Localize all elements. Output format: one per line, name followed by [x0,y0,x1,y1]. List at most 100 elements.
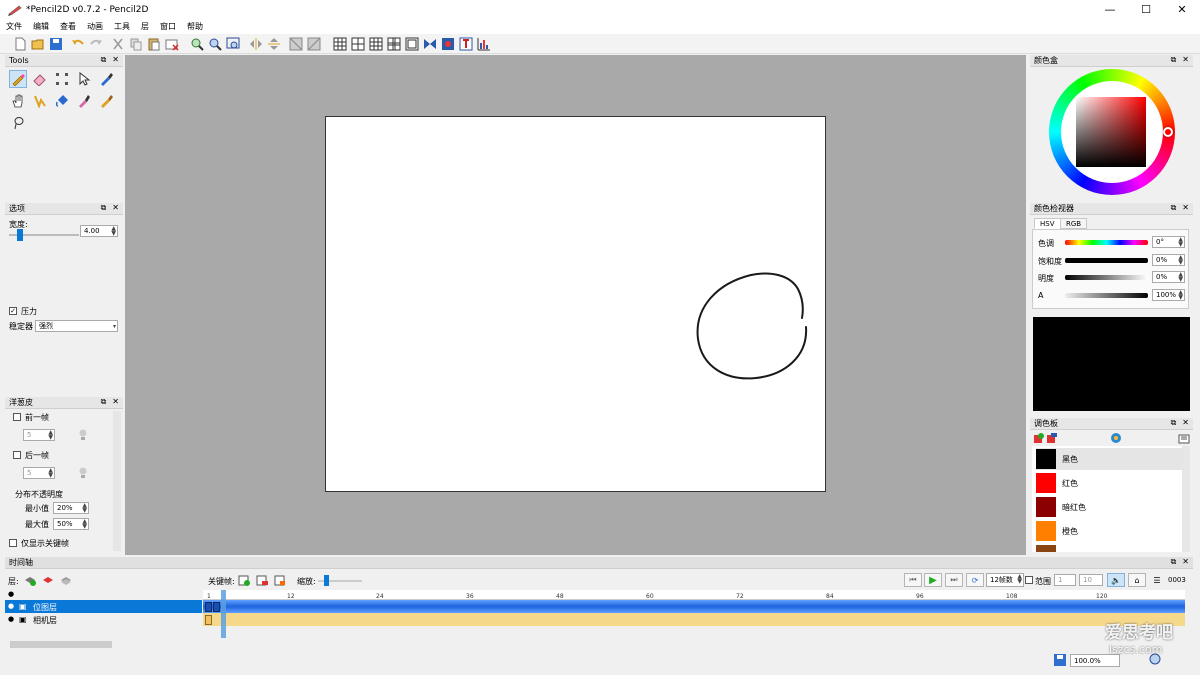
close-icon[interactable]: ✕ [1182,418,1189,428]
tab-hsv[interactable]: HSV [1034,218,1061,229]
safe-area-icon[interactable] [405,37,419,51]
palette-item[interactable]: 橙色 [1036,520,1182,542]
timeline-zoom-handle[interactable] [324,575,329,586]
visibility-dot-icon[interactable]: ● [8,615,14,623]
alpha-spinbox[interactable]: 100% ▲ ▼ [1152,289,1185,301]
maximize-button[interactable]: ☐ [1128,0,1164,19]
keyframe-marker[interactable] [205,602,212,612]
next-frame-spinbox[interactable]: 5 ▲ ▼ [23,467,55,479]
palette-globe-icon[interactable] [1110,432,1122,444]
remove-keyframe-icon[interactable] [256,574,268,586]
timeline-menu-button[interactable]: ☰ [1148,573,1166,587]
eraser-tool-button[interactable] [31,70,49,88]
loop-button[interactable]: ⟳ [966,573,984,587]
value-spinbox[interactable]: 0% ▲ ▼ [1152,271,1185,283]
spin-arrows-icon[interactable]: ▲ ▼ [1017,574,1022,585]
close-icon[interactable]: ✕ [1182,203,1189,213]
paste-icon[interactable] [147,37,161,51]
spin-arrows-icon[interactable]: ▲ ▼ [82,519,87,530]
hue-spinbox[interactable]: 0° ▲ ▼ [1152,236,1185,248]
spin-arrows-icon[interactable]: ▲ ▼ [1178,237,1183,248]
cache-button[interactable]: ⌂ [1128,573,1146,587]
zoom-fit-icon[interactable] [226,37,240,51]
spin-arrows-icon[interactable]: ▲ ▼ [1178,255,1183,266]
menu-tools[interactable]: 工具 [114,21,130,32]
onion-toggle-icon[interactable] [423,37,437,51]
spin-arrows-icon[interactable]: ▲ ▼ [1178,290,1183,301]
redo-icon[interactable] [89,37,103,51]
range-start-spinbox[interactable]: 1 [1054,574,1076,586]
spin-arrows-icon[interactable]: ▲ ▼ [82,503,87,514]
menu-layer[interactable]: 层 [141,21,149,32]
zoom-out-icon[interactable] [208,37,222,51]
bucket-tool-button[interactable] [53,92,71,110]
jump-start-button[interactable]: ⏮ [904,573,922,587]
menu-view[interactable]: 查看 [60,21,76,32]
jump-end-button[interactable]: ⏭ [945,573,963,587]
float-icon[interactable]: ⧉ [1171,557,1177,567]
tab-rgb[interactable]: RGB [1060,218,1088,229]
play-button[interactable]: ▶ [924,573,942,587]
pressure-checkbox[interactable]: ✓ [9,307,17,315]
spin-arrows-icon[interactable]: ▲ ▼ [1178,272,1183,283]
palette-item[interactable] [1036,544,1182,552]
pencil-tool-button[interactable] [9,70,27,88]
palette-scrollbar[interactable] [1182,446,1190,552]
fps-spinbox[interactable]: 12帧数 ▲ ▼ [986,573,1024,587]
menu-window[interactable]: 窗口 [160,21,176,32]
preview-toggle-icon[interactable] [307,37,321,51]
grid-toggle-icon[interactable] [289,37,303,51]
saturation-slider[interactable] [1065,258,1148,263]
hand-tool-button[interactable] [9,92,27,110]
onion-scrollbar[interactable] [113,411,121,551]
save-icon[interactable] [49,37,63,51]
sound-toggle-button[interactable]: 🔈 [1107,573,1125,587]
palette-item[interactable]: 红色 [1036,472,1182,494]
close-icon[interactable]: ✕ [112,55,119,65]
spin-arrows-icon[interactable]: ▲ ▼ [48,430,53,441]
keyframe-marker[interactable] [213,602,220,612]
new-file-icon[interactable] [13,37,27,51]
onion-prev-icon[interactable] [441,37,455,51]
keyframe-marker[interactable] [205,615,212,625]
eyedropper-tool-button[interactable] [75,92,93,110]
menu-file[interactable]: 文件 [6,21,22,32]
duplicate-layer-icon[interactable] [60,574,72,586]
copy-icon[interactable] [129,37,143,51]
close-icon[interactable]: ✕ [112,397,119,407]
layer-row-camera[interactable]: ● ▣ 相机层 [5,613,202,626]
add-keyframe-icon[interactable] [238,574,250,586]
prev-frame-spinbox[interactable]: 5 ▲ ▼ [23,429,55,441]
menu-edit[interactable]: 编辑 [33,21,49,32]
onion-next-icon[interactable] [459,37,473,51]
delete-layer-icon[interactable] [42,574,54,586]
saturation-value-square[interactable] [1076,97,1146,167]
hue-slider[interactable] [1065,240,1148,245]
palette-item[interactable]: 暗红色 [1036,496,1182,518]
float-icon[interactable]: ⧉ [1171,418,1177,428]
close-button[interactable]: ✕ [1164,0,1200,19]
max-opacity-spinbox[interactable]: 50% ▲ ▼ [53,518,89,530]
width-slider-handle[interactable] [17,229,23,241]
move-tool-button[interactable] [75,70,93,88]
value-slider[interactable] [1065,275,1148,280]
keyframes-only-checkbox[interactable] [9,539,17,547]
stabilizer-dropdown[interactable]: 强烈 ▾ [35,320,118,332]
range-end-spinbox[interactable]: 10 [1079,574,1103,586]
flip-horizontal-icon[interactable] [249,37,263,51]
alpha-slider[interactable] [1065,293,1148,298]
float-icon[interactable]: ⧉ [1171,55,1177,65]
menu-help[interactable]: 帮助 [187,21,203,32]
min-opacity-spinbox[interactable]: 20% ▲ ▼ [53,502,89,514]
add-layer-icon[interactable] [24,574,36,586]
select-tool-button[interactable] [53,70,71,88]
add-color-icon[interactable] [1034,433,1044,443]
palette-item[interactable]: 黑色 [1036,448,1182,470]
open-folder-icon[interactable] [31,37,45,51]
spin-arrows-icon[interactable]: ▲ ▼ [48,468,53,479]
close-icon[interactable]: ✕ [1182,55,1189,65]
remove-color-icon[interactable] [1047,433,1057,443]
center-guide-icon[interactable] [351,37,365,51]
thirds-guide-icon[interactable] [369,37,383,51]
brush-tool-button[interactable] [97,92,115,110]
